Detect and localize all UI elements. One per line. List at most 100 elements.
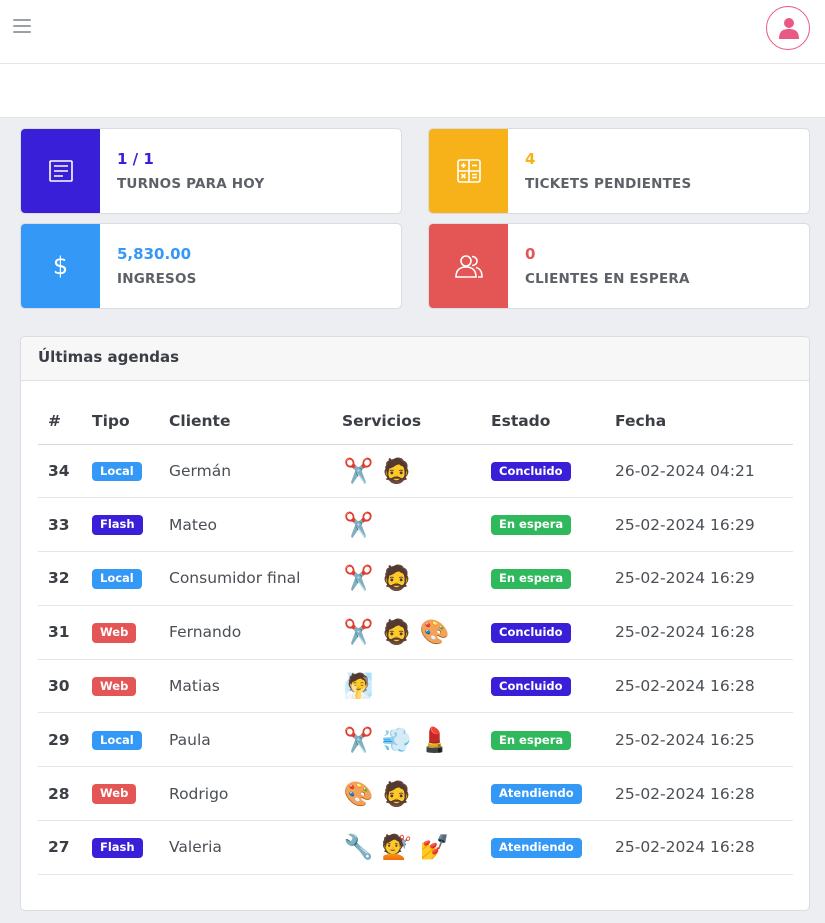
row-estado: Concluido xyxy=(481,659,605,714)
row-servicios: 🔧 💇 💅 xyxy=(332,820,481,875)
tipo-badge: Flash xyxy=(92,515,143,535)
row-id: 34 xyxy=(38,444,82,499)
row-cliente: Fernando xyxy=(159,605,332,660)
turnos-value: 1 / 1 xyxy=(117,150,154,168)
scissors-icon: ✂️ xyxy=(343,725,374,754)
hair-dye-icon: 🎨 xyxy=(343,779,374,808)
clientes-label: CLIENTES EN ESPERA xyxy=(525,271,690,287)
estado-badge: Atendiendo xyxy=(491,784,582,804)
row-servicios: ✂️ 💨 💄 xyxy=(332,712,481,768)
estado-badge: En espera xyxy=(491,730,572,751)
card-tickets[interactable]: 4 TICKETS PENDIENTES xyxy=(428,128,810,214)
sub-header xyxy=(0,64,825,118)
col-id: # xyxy=(38,399,82,445)
table-row[interactable]: 30 Web Matias 🧖 Concluido 25-02-2024 16:28 xyxy=(38,659,793,714)
agendas-table: # Tipo Cliente Servicios Estado Fecha 34… xyxy=(38,399,793,875)
clientes-value: 0 xyxy=(525,245,536,263)
user-avatar-button[interactable] xyxy=(766,6,810,50)
table-row[interactable]: 29 Local Paula ✂️ 💨 💄 En espera 25-02-2024 16:2… xyxy=(38,712,793,768)
ultimas-agendas-panel: Últimas agendas # Tipo Cliente Servicios… xyxy=(20,336,810,911)
list-icon xyxy=(21,129,100,213)
card-clientes[interactable]: 0 CLIENTES EN ESPERA xyxy=(428,223,810,309)
row-fecha: 26-02-2024 04:21 xyxy=(605,444,793,499)
table-row[interactable]: 28 Web Rodrigo 🎨 🧔 Atendiendo 25-02-2024 16:28 xyxy=(38,766,793,822)
calculator-icon xyxy=(429,129,508,213)
row-id: 32 xyxy=(38,551,82,606)
beard-icon: 🧔 xyxy=(381,618,412,647)
col-servicios: Servicios xyxy=(332,399,481,445)
row-fecha: 25-02-2024 16:29 xyxy=(605,551,793,606)
row-estado: Concluido xyxy=(481,444,605,499)
estado-badge: Concluido xyxy=(491,676,571,697)
col-tipo: Tipo xyxy=(82,399,159,445)
row-servicios: ✂️ 🧔 xyxy=(332,444,481,499)
row-tipo: Web xyxy=(82,605,159,660)
row-estado: En espera xyxy=(481,551,605,606)
col-cliente: Cliente xyxy=(159,399,332,445)
row-servicios: 🎨 🧔 xyxy=(332,766,481,822)
row-cliente: Mateo xyxy=(159,497,332,553)
row-tipo: Web xyxy=(82,766,159,822)
row-cliente: Matias xyxy=(159,659,332,714)
hairdryer-icon: 💨 xyxy=(381,725,412,754)
estado-badge: En espera xyxy=(491,569,572,589)
row-estado: En espera xyxy=(481,497,605,553)
row-id: 27 xyxy=(38,820,82,875)
estado-badge: En espera xyxy=(491,515,572,535)
row-id: 33 xyxy=(38,497,82,553)
row-cliente: Consumidor final xyxy=(159,551,332,606)
nails-icon: 💅 xyxy=(419,833,450,862)
row-fecha: 25-02-2024 16:25 xyxy=(605,712,793,768)
tipo-badge: Flash xyxy=(92,838,143,858)
tipo-badge: Local xyxy=(92,569,142,589)
makeup-icon: 💄 xyxy=(419,725,450,754)
beard-icon: 🧔 xyxy=(381,779,412,808)
tickets-label: TICKETS PENDIENTES xyxy=(525,176,692,192)
top-bar xyxy=(0,0,825,64)
row-id: 29 xyxy=(38,712,82,768)
row-fecha: 25-02-2024 16:28 xyxy=(605,820,793,875)
hair-dye-icon: 🎨 xyxy=(419,618,450,647)
row-id: 31 xyxy=(38,605,82,660)
dollar-icon: $ xyxy=(21,224,100,308)
row-servicios: ✂️ xyxy=(332,497,481,553)
row-id: 28 xyxy=(38,766,82,822)
hamburger-icon[interactable] xyxy=(13,19,31,35)
user-icon xyxy=(779,18,799,39)
row-fecha: 25-02-2024 16:28 xyxy=(605,605,793,660)
table-row[interactable]: 31 Web Fernando ✂️ 🧔 🎨 Concluido 25-02-2024 16:… xyxy=(38,605,793,660)
beard-icon: 🧔 xyxy=(381,456,412,485)
haircut-icon: ✂️ xyxy=(343,456,374,485)
row-cliente: Valeria xyxy=(159,820,332,875)
users-icon xyxy=(429,224,508,308)
tipo-badge: Web xyxy=(92,623,137,643)
row-tipo: Local xyxy=(82,444,159,499)
table-header-row: # Tipo Cliente Servicios Estado Fecha xyxy=(38,399,793,445)
table-row[interactable]: 32 Local Consumidor final ✂️ 🧔 En espera 25-02… xyxy=(38,551,793,606)
row-fecha: 25-02-2024 16:29 xyxy=(605,497,793,553)
tickets-value: 4 xyxy=(525,150,536,168)
card-ingresos[interactable]: $ 5,830.00 INGRESOS xyxy=(20,223,402,309)
haircut-icon: ✂️ xyxy=(343,564,374,593)
panel-title: Últimas agendas xyxy=(21,337,809,381)
table-row[interactable]: 33 Flash Mateo ✂️ En espera 25-02-2024 16:29 xyxy=(38,497,793,553)
beard-icon: 🧔 xyxy=(381,564,412,593)
row-estado: Concluido xyxy=(481,605,605,660)
table-row[interactable]: 34 Local Germán ✂️ 🧔 Concluido 26-02-2024 04:2… xyxy=(38,444,793,499)
estado-badge: Concluido xyxy=(491,461,571,482)
row-cliente: Germán xyxy=(159,444,332,499)
row-tipo: Web xyxy=(82,659,159,714)
col-estado: Estado xyxy=(481,399,605,445)
face-treatment-icon: 🧖 xyxy=(343,672,374,701)
hair-straightener-icon: 🔧 xyxy=(343,833,374,862)
tipo-badge: Web xyxy=(92,784,137,804)
estado-badge: Concluido xyxy=(491,623,571,643)
row-servicios: ✂️ 🧔 🎨 xyxy=(332,605,481,660)
card-turnos[interactable]: 1 / 1 TURNOS PARA HOY xyxy=(20,128,402,214)
table-row[interactable]: 27 Flash Valeria 🔧 💇 💅 Atendiendo 25-02-2024 16… xyxy=(38,820,793,875)
row-tipo: Flash xyxy=(82,497,159,553)
turnos-label: TURNOS PARA HOY xyxy=(117,176,265,192)
row-tipo: Local xyxy=(82,712,159,768)
row-fecha: 25-02-2024 16:28 xyxy=(605,659,793,714)
row-id: 30 xyxy=(38,659,82,714)
